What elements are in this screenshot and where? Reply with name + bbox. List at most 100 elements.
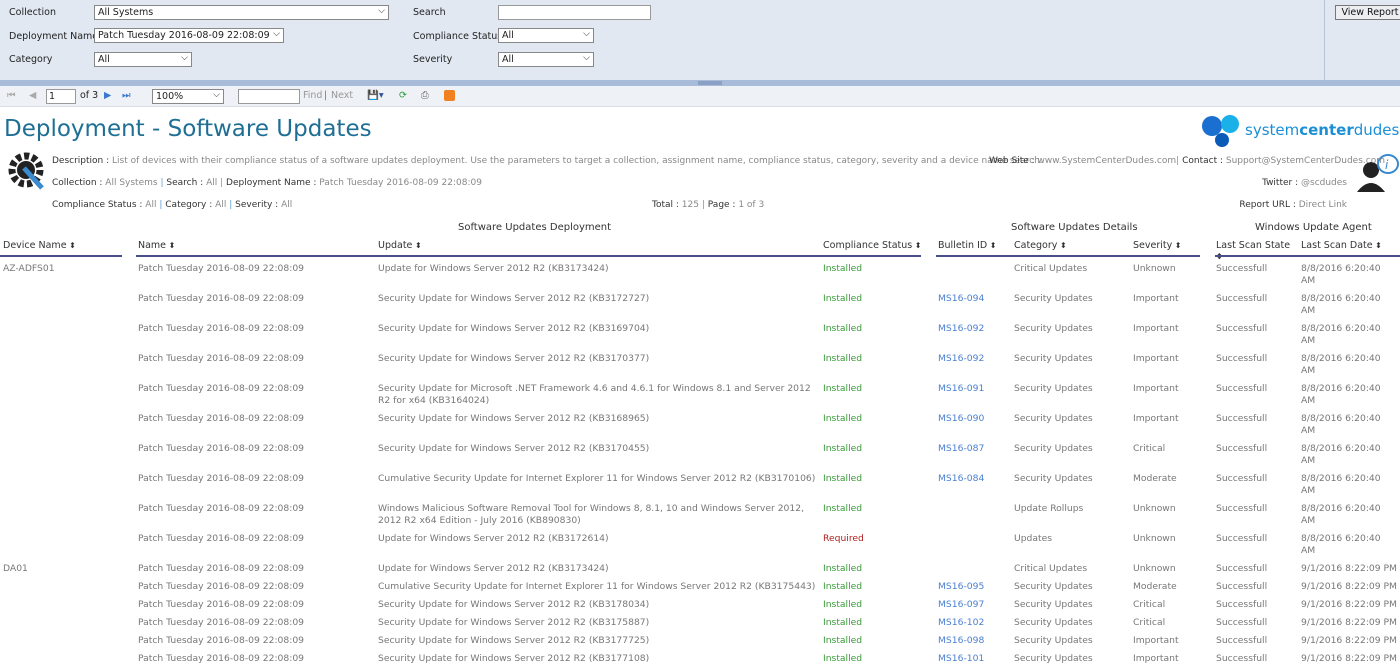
- column-header-severity[interactable]: Severity ⬍: [1130, 240, 1213, 262]
- print-icon[interactable]: ⎙: [421, 90, 429, 101]
- search-input[interactable]: [498, 5, 651, 20]
- cell-name: Patch Tuesday 2016-08-09 22:08:09: [138, 563, 305, 574]
- cell-compliance-status: Installed: [823, 323, 863, 334]
- cell-update: Update for Windows Server 2012 R2 (KB317…: [378, 563, 609, 574]
- sort-icon[interactable]: ⬍: [67, 241, 76, 250]
- export-icon[interactable]: 💾▾: [367, 90, 384, 101]
- table-row: Patch Tuesday 2016-08-09 22:08:09 Securit…: [0, 290, 1400, 320]
- column-header-label: Update: [378, 240, 413, 251]
- cell-bulletin-id[interactable]: MS16-102: [935, 617, 1011, 629]
- compliance-select[interactable]: All ⌵: [498, 28, 594, 43]
- sort-icon[interactable]: ⬍: [987, 241, 997, 250]
- collection-label: Collection: [9, 7, 56, 18]
- severity-value: All: [502, 54, 514, 65]
- svg-text:i: i: [1385, 158, 1389, 172]
- cell-bulletin-id[interactable]: MS16-095: [935, 581, 1011, 593]
- cell-bulletin-id[interactable]: MS16-101: [935, 653, 1011, 665]
- splitter-grip[interactable]: [698, 81, 722, 85]
- website-link[interactable]: www.SystemCenterDudes.com: [1038, 156, 1177, 166]
- chevron-down-icon: ⌵: [583, 29, 590, 39]
- cell-device-name: [0, 353, 135, 377]
- table-row: Patch Tuesday 2016-08-09 22:08:09 Cumulat…: [0, 470, 1400, 500]
- column-header-device-name[interactable]: Device Name ⬍: [0, 240, 135, 262]
- cell-bulletin-id[interactable]: MS16-092: [935, 323, 1011, 347]
- refresh-icon[interactable]: ⟳: [399, 90, 407, 101]
- cell-last-scan-date: 9/1/2016 8:22:09 PM: [1301, 653, 1397, 664]
- cell-bulletin-id[interactable]: MS16-091: [935, 383, 1011, 407]
- column-header-label: Last Scan State: [1216, 240, 1291, 251]
- collection-select[interactable]: All Systems ⌵: [94, 5, 389, 20]
- first-page-icon[interactable]: ⏮: [7, 90, 16, 101]
- cell-severity: Unknown: [1133, 263, 1176, 274]
- last-page-icon[interactable]: ⏭: [122, 90, 131, 101]
- chevron-down-icon: ⌵: [181, 53, 188, 63]
- cell-bulletin-id[interactable]: MS16-094: [935, 293, 1011, 317]
- page-count: of 3: [80, 90, 99, 101]
- table-row: Patch Tuesday 2016-08-09 22:08:09 Securit…: [0, 410, 1400, 440]
- sort-icon[interactable]: ⬍: [412, 241, 422, 250]
- cell-last-scan-date: 8/8/2016 6:20:40 AM: [1301, 293, 1381, 316]
- sort-icon[interactable]: ⬍: [912, 241, 922, 250]
- cell-category: Security Updates: [1014, 653, 1093, 664]
- sort-icon[interactable]: ⬍: [1373, 241, 1382, 250]
- cell-compliance-status: Installed: [823, 653, 863, 664]
- previous-page-icon[interactable]: ◀: [29, 90, 36, 101]
- column-header-bulletin-id[interactable]: Bulletin ID ⬍: [935, 240, 1011, 262]
- find-link[interactable]: Find: [303, 90, 322, 101]
- cell-name: Patch Tuesday 2016-08-09 22:08:09: [138, 617, 305, 628]
- find-input[interactable]: [238, 89, 300, 104]
- next-page-icon[interactable]: ▶: [104, 90, 111, 101]
- cell-update: Security Update for Windows Server 2012 …: [378, 293, 650, 304]
- cell-update: Security Update for Windows Server 2012 …: [378, 599, 650, 610]
- table-row: Patch Tuesday 2016-08-09 22:08:09 Windows…: [0, 500, 1400, 530]
- cell-bulletin-id[interactable]: MS16-087: [935, 443, 1011, 467]
- cell-update: Security Update for Windows Server 2012 …: [378, 353, 650, 364]
- logo: systemcenterdudes: [1200, 112, 1399, 148]
- cell-bulletin-id: [935, 533, 1011, 557]
- header-rule: [936, 255, 1200, 257]
- gear-wrench-icon: [8, 152, 44, 190]
- sort-icon[interactable]: ⬍: [1057, 241, 1067, 250]
- zoom-value: 100%: [156, 91, 184, 102]
- sort-icon[interactable]: ⬍: [1172, 241, 1182, 250]
- column-header-last-scan-state[interactable]: Last Scan State ⬍: [1213, 240, 1298, 262]
- cell-device-name: DA01: [3, 563, 28, 574]
- cell-category: Security Updates: [1014, 293, 1093, 304]
- sort-icon[interactable]: ⬍: [166, 241, 176, 250]
- cell-name: Patch Tuesday 2016-08-09 22:08:09: [138, 263, 305, 274]
- column-header-name[interactable]: Name ⬍: [135, 240, 375, 262]
- direct-link[interactable]: Direct Link: [1299, 200, 1347, 210]
- column-header-category[interactable]: Category ⬍: [1011, 240, 1130, 262]
- cell-compliance-status: Installed: [823, 617, 863, 628]
- twitter-label: Twitter :: [1262, 178, 1299, 188]
- cell-name: Patch Tuesday 2016-08-09 22:08:09: [138, 599, 305, 610]
- column-header-compliance-status[interactable]: Compliance Status ⬍: [820, 240, 935, 262]
- report-url-label: Report URL :: [1239, 200, 1296, 210]
- cell-bulletin-id[interactable]: MS16-098: [935, 635, 1011, 647]
- next-link[interactable]: Next: [331, 90, 353, 101]
- twitter-link[interactable]: @scdudes: [1301, 178, 1347, 188]
- contact-link[interactable]: Support@SystemCenterDudes.com: [1226, 156, 1385, 166]
- cell-bulletin-id[interactable]: MS16-090: [935, 413, 1011, 437]
- cell-bulletin-id[interactable]: MS16-084: [935, 473, 1011, 497]
- cell-name: Patch Tuesday 2016-08-09 22:08:09: [138, 443, 305, 454]
- table-row: Patch Tuesday 2016-08-09 22:08:09 Securit…: [0, 440, 1400, 470]
- zoom-select[interactable]: 100% ⌵: [152, 89, 224, 104]
- severity-select[interactable]: All ⌵: [498, 52, 594, 67]
- cell-category: Update Rollups: [1014, 503, 1084, 514]
- divider: [1324, 0, 1325, 80]
- column-header-last-scan-date[interactable]: Last Scan Date ⬍: [1298, 240, 1400, 262]
- cell-bulletin-id[interactable]: MS16-097: [935, 599, 1011, 611]
- description-text: List of devices with their compliance st…: [112, 156, 1043, 166]
- cell-device-name: [0, 581, 135, 593]
- cell-update: Security Update for Windows Server 2012 …: [378, 413, 650, 424]
- collection-info-label: Collection :: [52, 178, 103, 188]
- cell-bulletin-id[interactable]: MS16-092: [935, 353, 1011, 377]
- deployment-select[interactable]: Patch Tuesday 2016-08-09 22:08:09 ⌵: [94, 28, 284, 43]
- document-map-icon[interactable]: [444, 90, 455, 101]
- category-select[interactable]: All ⌵: [94, 52, 192, 67]
- column-header-update[interactable]: Update ⬍: [375, 240, 820, 262]
- chevron-down-icon: ⌵: [583, 53, 590, 63]
- view-report-button[interactable]: View Report: [1335, 5, 1400, 20]
- page-input[interactable]: 1: [46, 89, 76, 104]
